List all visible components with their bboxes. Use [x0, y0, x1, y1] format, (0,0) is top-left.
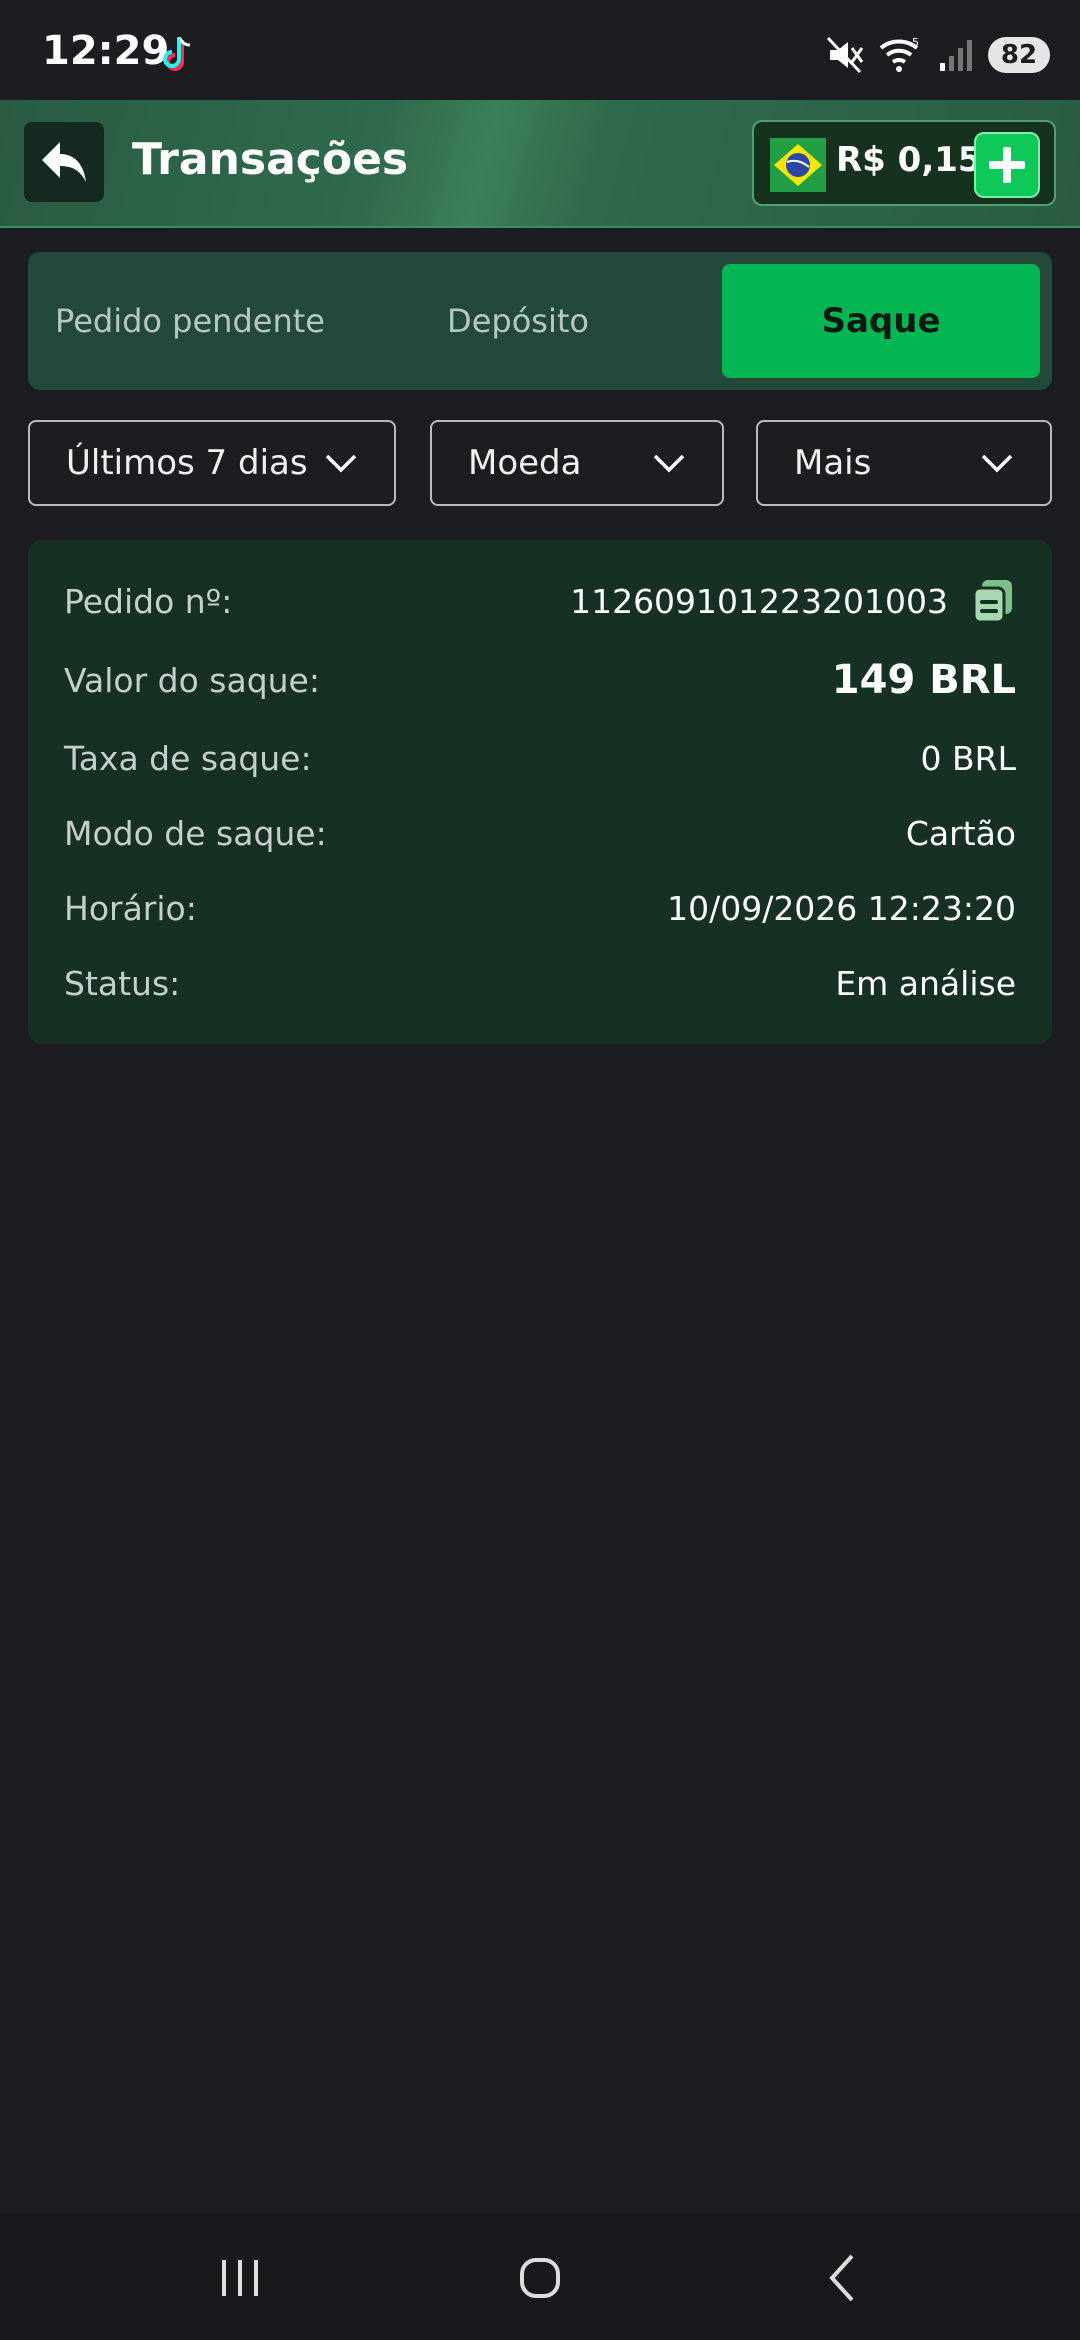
system-nav-bar [0, 2214, 1080, 2340]
time-label: Horário: [64, 888, 197, 928]
date-range-dropdown[interactable]: Últimos 7 dias [28, 420, 396, 506]
brazil-flag-icon [770, 138, 826, 192]
withdraw-amount-label: Valor do saque: [64, 660, 320, 700]
status-value: Em análise [835, 963, 1016, 1003]
time-row: Horário: 10/09/2026 12:23:20 [64, 883, 1016, 933]
order-number-label: Pedido nº: [64, 581, 233, 621]
back-arrow-icon [42, 142, 86, 182]
recent-apps-icon[interactable] [210, 2248, 270, 2308]
back-nav-icon[interactable] [814, 2248, 874, 2308]
battery-level: 82 [1000, 40, 1038, 70]
battery-icon: 82 [988, 37, 1050, 73]
withdraw-mode-row: Modo de saque: Cartão [64, 808, 1016, 858]
order-number-text: 112609101223201003 [570, 581, 948, 621]
signal-icon [940, 40, 972, 71]
time-value: 10/09/2026 12:23:20 [667, 888, 1016, 928]
withdraw-fee-label: Taxa de saque: [64, 738, 312, 778]
chevron-down-icon [653, 454, 685, 473]
transaction-tabs: Pedido pendente Depósito Saque [28, 252, 1052, 390]
status-label: Status: [64, 963, 181, 1003]
tiktok-icon [163, 37, 191, 71]
order-number-value: 112609101223201003 [570, 578, 1016, 624]
date-range-label: Últimos 7 dias [66, 443, 308, 483]
balance-amount: R$ 0,15 [836, 140, 982, 180]
tab-deposit[interactable]: Depósito [388, 264, 648, 378]
currency-dropdown[interactable]: Moeda [430, 420, 724, 506]
chevron-down-icon [325, 454, 357, 473]
page-title: Transações [132, 134, 409, 185]
tab-pending-order[interactable]: Pedido pendente [40, 264, 340, 378]
app-header: Transações R$ 0,15 [0, 100, 1080, 228]
copy-icon[interactable] [970, 578, 1016, 624]
plus-icon [989, 147, 1025, 183]
balance-widget[interactable]: R$ 0,15 [752, 120, 1056, 206]
withdraw-mode-value: Cartão [905, 813, 1016, 853]
tab-withdraw[interactable]: Saque [722, 264, 1040, 378]
more-filters-dropdown[interactable]: Mais [756, 420, 1052, 506]
home-icon[interactable] [510, 2248, 570, 2308]
add-funds-button[interactable] [974, 132, 1040, 198]
status-time: 12:29 [42, 28, 170, 74]
withdraw-amount-value: 149 BRL [831, 657, 1016, 703]
withdraw-mode-label: Modo de saque: [64, 813, 327, 853]
withdraw-amount-row: Valor do saque: 149 BRL [64, 655, 1016, 705]
chevron-down-icon [981, 454, 1013, 473]
wifi-icon: 5 [879, 36, 919, 72]
withdraw-fee-value: 0 BRL [920, 738, 1016, 778]
status-bar: 12:29 5 82 [0, 0, 1080, 100]
status-row: Status: Em análise [64, 958, 1016, 1008]
more-filters-label: Mais [794, 443, 872, 483]
withdraw-fee-row: Taxa de saque: 0 BRL [64, 733, 1016, 783]
order-number-row: Pedido nº: 112609101223201003 [64, 576, 1016, 626]
currency-label: Moeda [468, 443, 582, 483]
back-button[interactable] [24, 122, 104, 202]
transaction-card: Pedido nº: 112609101223201003 Valor do s… [28, 540, 1052, 1044]
svg-text:5: 5 [912, 36, 919, 49]
status-icons: 5 82 [826, 32, 1050, 78]
mute-icon [826, 36, 864, 74]
